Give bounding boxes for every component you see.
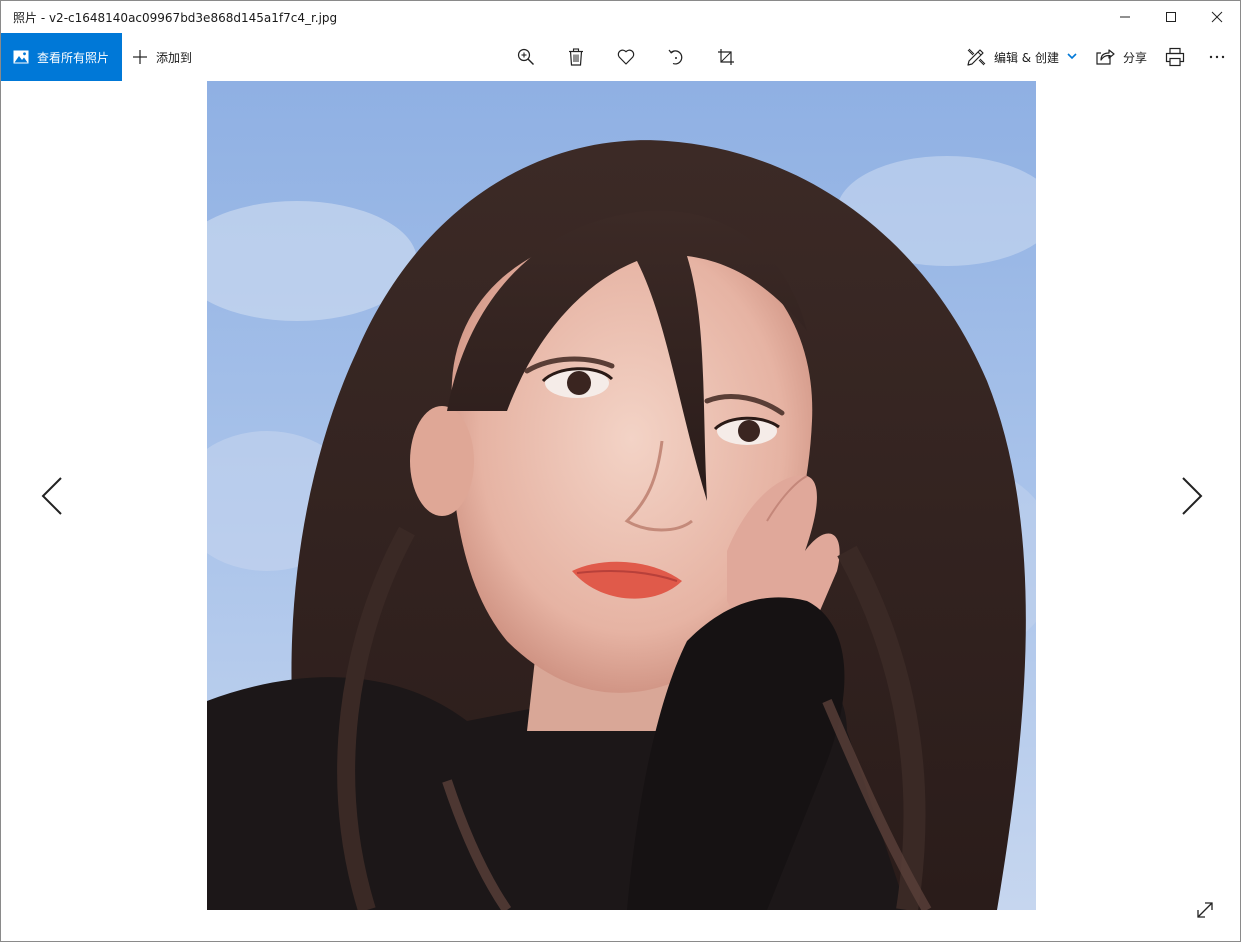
- add-to-label: 添加到: [156, 50, 193, 65]
- print-button[interactable]: [1156, 33, 1194, 81]
- chevron-right-icon: [1182, 477, 1203, 515]
- edit-create-icon: [967, 48, 986, 66]
- photo-icon: [13, 50, 29, 64]
- more-icon: [1209, 55, 1225, 59]
- photos-app-window: 照片 - v2-c1648140ac09967bd3e868d145a1f7c4…: [0, 0, 1241, 942]
- trash-icon: [569, 48, 583, 66]
- share-icon: [1096, 49, 1115, 65]
- view-all-photos-label: 查看所有照片: [37, 50, 110, 65]
- displayed-photo[interactable]: [207, 81, 1036, 910]
- minimize-icon: [1120, 16, 1130, 18]
- add-to-button[interactable]: 添加到: [132, 33, 192, 81]
- maximize-icon: [1166, 12, 1176, 22]
- chevron-left-icon: [41, 477, 62, 515]
- fullscreen-button[interactable]: [1191, 896, 1219, 924]
- rotate-icon: [668, 49, 683, 65]
- delete-button[interactable]: [551, 33, 601, 81]
- plus-icon: [133, 50, 147, 64]
- expand-icon: [1197, 902, 1213, 918]
- maximize-button[interactable]: [1148, 1, 1194, 33]
- print-icon: [1165, 47, 1185, 67]
- zoom-in-icon: [517, 48, 534, 65]
- crop-icon: [718, 49, 734, 65]
- edit-create-label: 编辑 & 创建: [993, 50, 1059, 65]
- zoom-button[interactable]: [501, 33, 551, 81]
- next-photo-button[interactable]: [1177, 474, 1207, 518]
- share-label: 分享: [1122, 50, 1147, 65]
- heart-icon: [617, 49, 635, 65]
- command-bar: 查看所有照片 添加到 编辑 & 创建 分享: [1, 33, 1240, 81]
- previous-photo-button[interactable]: [37, 474, 67, 518]
- center-toolbar: [501, 33, 751, 81]
- title-bar: 照片 - v2-c1648140ac09967bd3e868d145a1f7c4…: [1, 1, 1240, 33]
- favorite-button[interactable]: [601, 33, 651, 81]
- more-button[interactable]: [1194, 33, 1240, 81]
- photo-viewer: [1, 81, 1240, 941]
- chevron-down-icon: [1067, 50, 1077, 64]
- close-icon: [1211, 11, 1223, 23]
- portrait-photo: [207, 81, 1036, 910]
- minimize-button[interactable]: [1102, 1, 1148, 33]
- crop-button[interactable]: [701, 33, 751, 81]
- view-all-photos-button[interactable]: 查看所有照片: [1, 33, 122, 81]
- close-button[interactable]: [1194, 1, 1240, 33]
- right-toolbar: 编辑 & 创建 分享: [957, 33, 1240, 81]
- window-title: 照片 - v2-c1648140ac09967bd3e868d145a1f7c4…: [13, 10, 338, 25]
- share-button[interactable]: 分享: [1086, 33, 1156, 81]
- rotate-button[interactable]: [651, 33, 701, 81]
- edit-create-button[interactable]: 编辑 & 创建: [957, 33, 1086, 81]
